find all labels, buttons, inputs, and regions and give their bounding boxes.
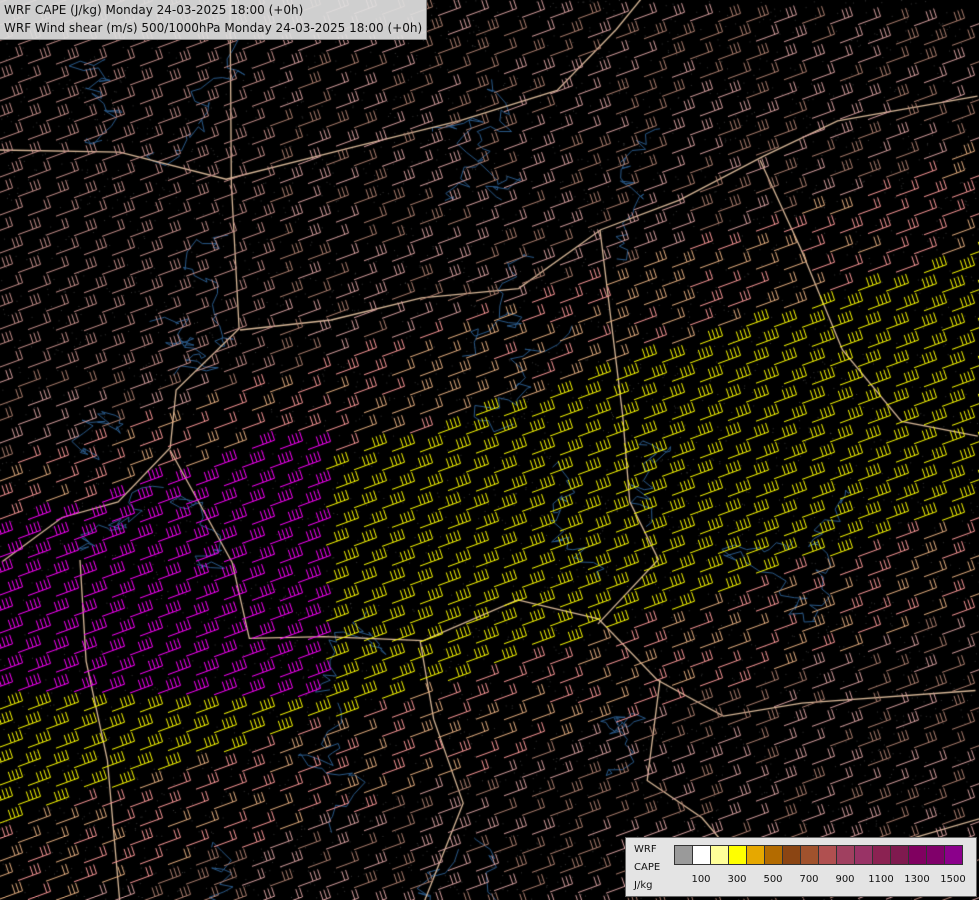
legend-swatch bbox=[764, 845, 783, 865]
legend-tick-label: 500 bbox=[763, 874, 783, 885]
legend-swatch bbox=[800, 845, 819, 865]
legend-swatch bbox=[710, 845, 729, 865]
legend-swatch bbox=[926, 845, 945, 865]
legend-tick-label: 100 bbox=[691, 874, 711, 885]
legend-swatch bbox=[836, 845, 855, 865]
legend-tick-label: 900 bbox=[835, 874, 855, 885]
legend-swatch bbox=[818, 845, 837, 865]
legend-tick-label: 700 bbox=[799, 874, 819, 885]
legend-unit-label: J/kg bbox=[634, 880, 653, 891]
legend-swatch bbox=[692, 845, 711, 865]
wind-shear-title: WRF Wind shear (m/s) 500/1000hPa Monday … bbox=[4, 21, 423, 35]
legend-swatch bbox=[890, 845, 909, 865]
cape-legend: WRF CAPE J/kg 100 300 500 700 900 1100 1300 150… bbox=[625, 837, 977, 897]
legend-swatch bbox=[746, 845, 765, 865]
legend-swatch bbox=[854, 845, 873, 865]
legend-tick-label: 1100 bbox=[868, 874, 894, 885]
legend-tick-label: 1300 bbox=[904, 874, 930, 885]
legend-swatch bbox=[728, 845, 747, 865]
legend-swatch bbox=[872, 845, 891, 865]
legend-tick-label: 300 bbox=[727, 874, 747, 885]
cape-title: WRF CAPE (J/kg) Monday 24-03-2025 18:00 … bbox=[4, 3, 304, 17]
legend-swatch bbox=[782, 845, 801, 865]
wind-shear-cape-map bbox=[0, 0, 979, 900]
legend-model-label: WRF bbox=[634, 844, 657, 855]
legend-tick-label: 1500 bbox=[940, 874, 966, 885]
legend-swatch bbox=[944, 845, 963, 865]
legend-swatch bbox=[908, 845, 927, 865]
map-title-box: WRF CAPE (J/kg) Monday 24-03-2025 18:00 … bbox=[0, 0, 428, 40]
legend-variable-label: CAPE bbox=[634, 862, 661, 873]
legend-swatch bbox=[674, 845, 693, 865]
